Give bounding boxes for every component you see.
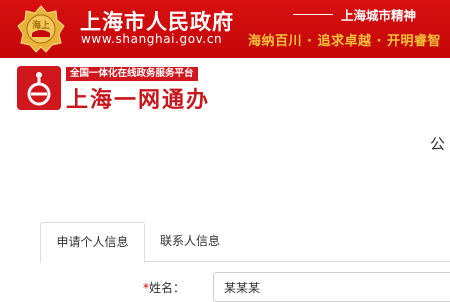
platform-name[interactable]: 上海一网通办 xyxy=(66,82,210,114)
shanghai-emblem-icon[interactable]: 海上 xyxy=(16,4,66,54)
platform-tag: 全国一体化在线政务服务平台 xyxy=(66,67,198,81)
city-spirit-title: 上海城市精神 xyxy=(293,5,450,23)
form-tabs: 申请个人信息 联系人信息 xyxy=(40,222,450,263)
tab-contact-info[interactable]: 联系人信息 xyxy=(144,222,236,261)
city-spirit-slogan: 海纳百川 · 追求卓越 · 开明睿智 xyxy=(248,34,441,49)
city-spirit-title-text: 上海城市精神 xyxy=(341,8,417,23)
tab-applicant-info[interactable]: 申请个人信息 xyxy=(40,222,145,263)
page-title: 公 xyxy=(430,135,446,153)
name-field-label: *姓名： xyxy=(143,279,185,296)
name-input[interactable] xyxy=(213,272,450,302)
divider-line xyxy=(293,14,333,15)
government-url[interactable]: www.shanghai.gov.cn xyxy=(81,32,222,46)
yiwangtongban-logo-icon[interactable] xyxy=(17,66,61,110)
emblem-text: 海上 xyxy=(32,19,50,31)
name-label-text: 姓名： xyxy=(149,281,186,295)
government-banner: 海上 上海市人民政府 www.shanghai.gov.cn 上海城市精神 海纳… xyxy=(0,0,450,58)
